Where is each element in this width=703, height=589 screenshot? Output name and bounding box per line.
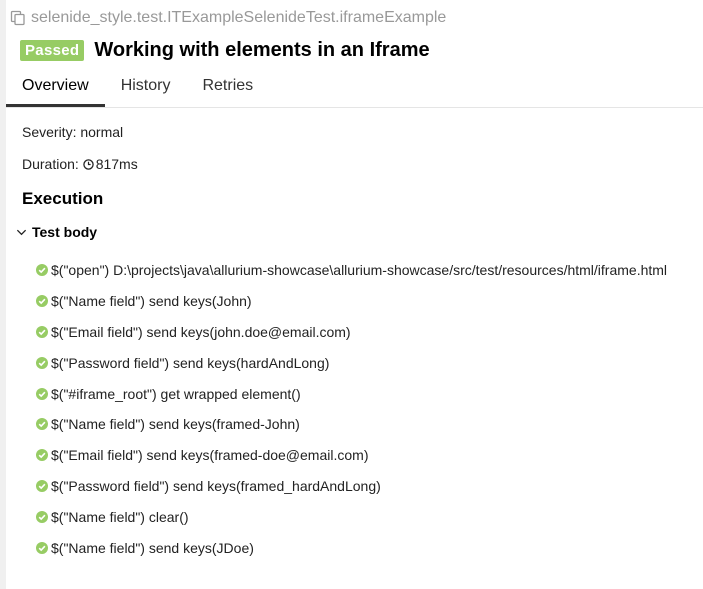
check-circle-icon: [36, 264, 48, 277]
duration-label: Duration:: [22, 156, 79, 172]
step-item[interactable]: $("Name field") clear(): [36, 501, 703, 532]
test-full-path: selenide_style.test.ITExampleSelenideTes…: [31, 9, 447, 26]
severity-value: normal: [80, 124, 124, 140]
step-text: $("Email field") send keys(john.doe@emai…: [51, 323, 351, 340]
execution-title: Execution: [22, 189, 104, 208]
tab-history[interactable]: History: [105, 70, 187, 106]
page-title: Working with elements in an Iframe: [94, 38, 430, 61]
overview-content: Severity: normal Duration: 817ms Executi…: [22, 124, 703, 209]
step-item[interactable]: $("Email field") send keys(framed-doe@em…: [36, 440, 703, 471]
test-header: selenide_style.test.ITExampleSelenideTes…: [10, 8, 703, 62]
test-body-label: Test body: [32, 224, 98, 240]
step-item[interactable]: $("Password field") send keys(hardAndLon…: [36, 347, 703, 378]
check-circle-icon: [36, 356, 48, 369]
tab-bar: Overview History Retries: [6, 70, 703, 108]
check-circle-icon: [36, 449, 48, 462]
step-text: $("Password field") send keys(framed_har…: [51, 477, 381, 494]
check-circle-icon: [36, 295, 48, 308]
check-circle-icon: [36, 418, 48, 431]
step-text: $("Email field") send keys(framed-doe@em…: [51, 447, 369, 464]
step-text: $("open") D:\projects\java\allurium-show…: [51, 262, 668, 279]
step-item[interactable]: $("Email field") send keys(john.doe@emai…: [36, 317, 703, 348]
test-path-row: selenide_style.test.ITExampleSelenideTes…: [10, 8, 703, 28]
step-text: $("Name field") send keys(framed-John): [51, 416, 300, 433]
duration-value: 817ms: [95, 156, 138, 172]
chevron-down-icon: [16, 229, 27, 235]
duration-row: Duration: 817ms: [22, 156, 703, 172]
status-badge: Passed: [20, 39, 85, 61]
step-text: $("Password field") send keys(hardAndLon…: [51, 354, 330, 371]
check-circle-icon: [36, 325, 48, 338]
step-list: $("open") D:\projects\java\allurium-show…: [36, 255, 703, 563]
tab-overview[interactable]: Overview: [6, 70, 105, 107]
copy-icon[interactable]: [10, 10, 26, 26]
severity-row: Severity: normal: [22, 124, 703, 140]
clock-icon: [82, 159, 94, 170]
step-item[interactable]: $("Name field") send keys(framed-John): [36, 409, 703, 440]
step-item[interactable]: $("Name field") send keys(John): [36, 286, 703, 317]
step-item[interactable]: $("Password field") send keys(framed_har…: [36, 471, 703, 502]
severity-label: Severity:: [22, 124, 77, 140]
check-circle-icon: [36, 479, 48, 492]
check-circle-icon: [36, 387, 48, 400]
step-text: $("Name field") clear(): [51, 508, 189, 525]
test-body-toggle[interactable]: Test body: [16, 224, 97, 240]
step-item[interactable]: $("open") D:\projects\java\allurium-show…: [36, 255, 703, 286]
test-result-page: selenide_style.test.ITExampleSelenideTes…: [0, 0, 703, 589]
step-text: $("Name field") send keys(John): [51, 293, 252, 310]
check-circle-icon: [36, 541, 48, 554]
step-item[interactable]: $("Name field") send keys(JDoe): [36, 532, 703, 563]
tab-retries[interactable]: Retries: [186, 70, 269, 106]
step-text: $("#iframe_root") get wrapped element(): [51, 385, 301, 402]
title-row: Passed Working with elements in an Ifram…: [20, 38, 703, 62]
step-text: $("Name field") send keys(JDoe): [51, 539, 254, 556]
step-item[interactable]: $("#iframe_root") get wrapped element(): [36, 378, 703, 409]
check-circle-icon: [36, 510, 48, 523]
